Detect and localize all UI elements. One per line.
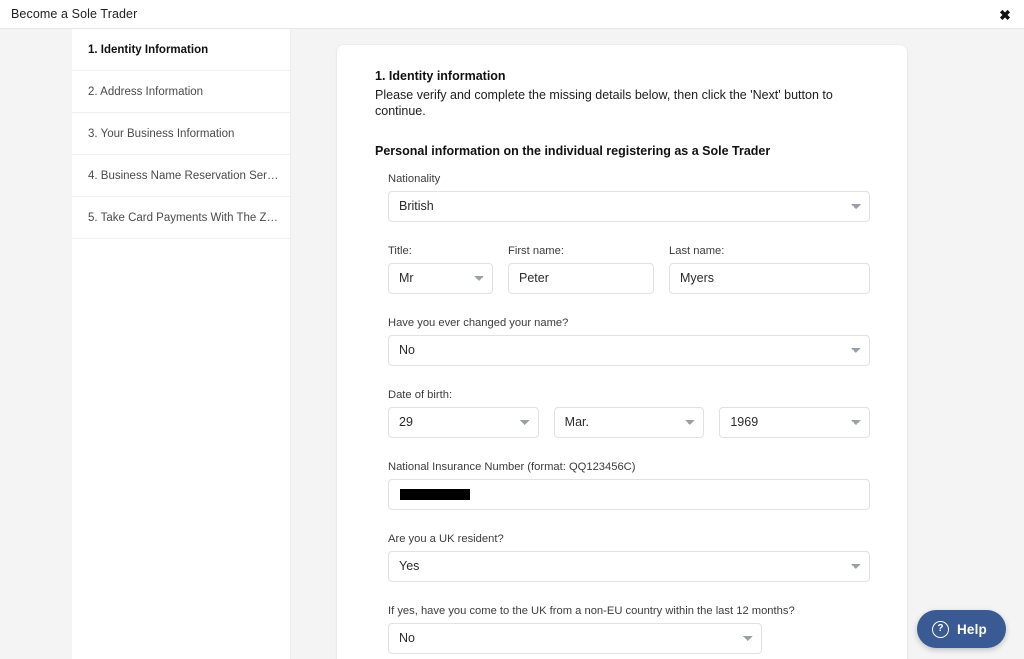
page-body: 1. Identity Information 2. Address Infor… bbox=[0, 29, 1024, 659]
national-insurance-wrap bbox=[388, 478, 870, 510]
first-name-input[interactable] bbox=[508, 262, 654, 294]
help-button[interactable]: ? Help bbox=[916, 610, 1006, 648]
field-group-uk-resident: Are you a UK resident? Yes bbox=[388, 532, 870, 582]
step-subtitle: Please verify and complete the missing d… bbox=[375, 88, 833, 119]
main-content: 1. Identity information Please verify an… bbox=[291, 29, 1024, 659]
field-group-title: Title: Mr bbox=[388, 244, 493, 294]
field-group-date-of-birth: Date of birth: 29 Mar. 1969 bbox=[388, 388, 871, 438]
form-fields: Nationality British Title: Mr First name… bbox=[375, 172, 877, 659]
field-group-name-row: Title: Mr First name: Last name: bbox=[388, 244, 870, 294]
sidebar-item-label: 1. Identity Information bbox=[88, 43, 209, 56]
sidebar-item-label: 2. Address Information bbox=[88, 85, 204, 98]
dob-day-wrap: 29 bbox=[388, 406, 539, 438]
window-title-bar: Become a Sole Trader ✖ bbox=[0, 0, 1024, 29]
field-group-nationality: Nationality British bbox=[388, 172, 870, 222]
last-name-input[interactable] bbox=[669, 262, 870, 294]
sidebar-item-identity-information[interactable]: 1. Identity Information bbox=[72, 29, 290, 71]
field-group-first-name: First name: bbox=[508, 244, 654, 294]
help-button-label: Help bbox=[956, 621, 987, 637]
dob-month-select[interactable]: Mar. bbox=[553, 406, 705, 438]
question-mark-icon: ? bbox=[931, 620, 949, 638]
section-heading: Personal information on the individual r… bbox=[375, 143, 771, 158]
close-icon[interactable]: ✖ bbox=[995, 5, 1015, 25]
sidebar-item-your-business-information[interactable]: 3. Your Business Information bbox=[72, 113, 290, 155]
sidebar-item-business-name-reservation-service[interactable]: 4. Business Name Reservation Service bbox=[72, 155, 290, 197]
dob-day-select[interactable]: 29 bbox=[388, 406, 539, 438]
nationality-select[interactable]: British bbox=[388, 190, 870, 222]
field-group-last-name: Last name: bbox=[669, 244, 870, 294]
non-eu-label: If yes, have you come to the UK from a n… bbox=[388, 604, 795, 617]
nationality-label: Nationality bbox=[388, 172, 441, 185]
sidebar-item-take-card-payments-zettle[interactable]: 5. Take Card Payments With The Zettle ..… bbox=[72, 197, 290, 239]
field-group-changed-name: Have you ever changed your name? No bbox=[388, 316, 870, 366]
title-label: Title: bbox=[388, 244, 412, 257]
sidebar-item-label: 4. Business Name Reservation Service bbox=[88, 169, 282, 182]
first-name-label: First name: bbox=[508, 244, 564, 257]
dob-year-wrap: 1969 bbox=[719, 406, 871, 438]
non-eu-select[interactable]: No bbox=[388, 622, 762, 654]
uk-resident-label: Are you a UK resident? bbox=[388, 532, 504, 545]
date-of-birth-row: 29 Mar. 1969 bbox=[388, 406, 871, 438]
national-insurance-label: National Insurance Number (format: QQ123… bbox=[388, 460, 636, 473]
sidebar-item-label: 3. Your Business Information bbox=[88, 127, 235, 140]
field-group-national-insurance: National Insurance Number (format: QQ123… bbox=[388, 460, 870, 510]
uk-resident-select[interactable]: Yes bbox=[388, 550, 870, 582]
identity-information-form-card: 1. Identity information Please verify an… bbox=[337, 45, 907, 659]
step-heading: 1. Identity information bbox=[375, 69, 506, 83]
page-title: Become a Sole Trader bbox=[11, 7, 138, 21]
dob-month-wrap: Mar. bbox=[553, 406, 705, 438]
field-group-non-eu-last-12-months: If yes, have you come to the UK from a n… bbox=[388, 604, 870, 654]
changed-name-select[interactable]: No bbox=[388, 334, 870, 366]
national-insurance-input[interactable] bbox=[388, 478, 870, 510]
sidebar: 1. Identity Information 2. Address Infor… bbox=[72, 29, 291, 659]
dob-year-select[interactable]: 1969 bbox=[719, 406, 871, 438]
sidebar-item-address-information[interactable]: 2. Address Information bbox=[72, 71, 290, 113]
changed-name-label: Have you ever changed your name? bbox=[388, 316, 569, 329]
title-select[interactable]: Mr bbox=[388, 262, 493, 294]
last-name-label: Last name: bbox=[669, 244, 725, 257]
sidebar-item-label: 5. Take Card Payments With The Zettle ..… bbox=[88, 211, 282, 224]
date-of-birth-label: Date of birth: bbox=[388, 388, 453, 401]
